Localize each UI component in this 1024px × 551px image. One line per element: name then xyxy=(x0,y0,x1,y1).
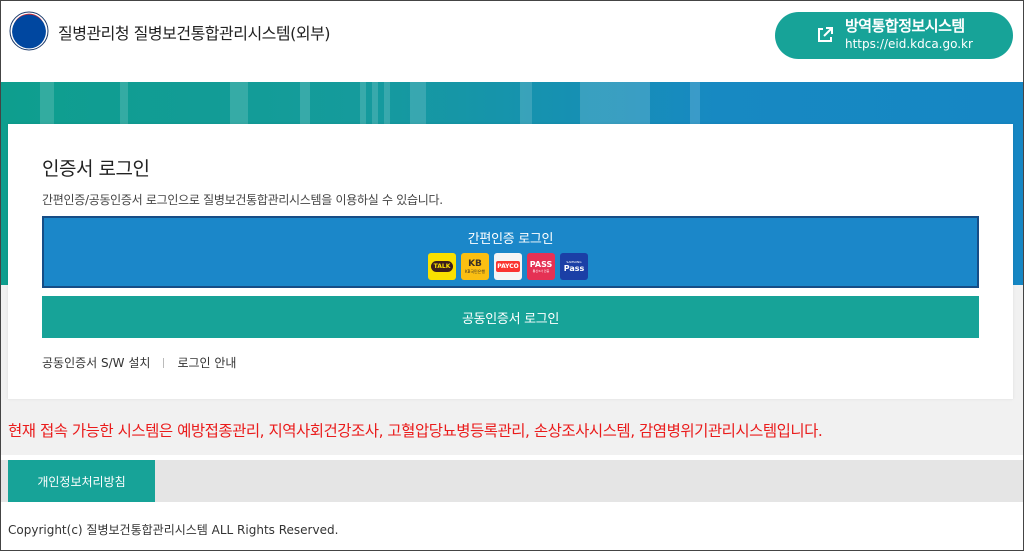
certificate-sw-install-link[interactable]: 공동인증서 S/W 설치 xyxy=(42,354,150,371)
privacy-policy-link[interactable]: 개인정보처리방침 xyxy=(8,460,155,502)
eid-system-title: 방역통합정보시스템 xyxy=(845,17,965,35)
system-availability-notice: 현재 접속 가능한 시스템은 예방접종관리, 지역사회건강조사, 고혈압당뇨병등… xyxy=(8,422,823,440)
samsung-pass-icon: SAMSUNG Pass xyxy=(560,253,588,280)
login-guide-link[interactable]: 로그인 안내 xyxy=(177,354,236,371)
joint-certificate-login-button[interactable]: 공동인증서 로그인 xyxy=(42,296,979,338)
login-card: 인증서 로그인 간편인증/공동인증서 로그인으로 질병보건통합관리시스템을 이용… xyxy=(8,124,1013,399)
external-link-icon xyxy=(818,27,833,42)
kdca-logo-icon[interactable] xyxy=(9,11,49,51)
kakao-talk-icon: TALK xyxy=(428,253,456,280)
footer-nav: 개인정보처리방침 xyxy=(0,460,1024,502)
eid-system-url: https://eid.kdca.go.kr xyxy=(845,37,973,51)
pass-icon: PASS 통신3사 인증 xyxy=(527,253,555,280)
login-help-links: 공동인증서 S/W 설치 로그인 안내 xyxy=(42,354,236,371)
copyright-text: Copyright(c) 질병보건통합관리시스템 ALL Rights Rese… xyxy=(8,523,339,537)
payco-icon: PAYCO xyxy=(494,253,522,280)
simple-auth-login-button[interactable]: 간편인증 로그인 TALK KB KB국민은행 PAYCO PASS 통신3사 … xyxy=(42,216,979,288)
login-title: 인증서 로그인 xyxy=(42,158,150,180)
site-header: 질병관리청 질병보건통합관리시스템(외부) 방역통합정보시스템 https://… xyxy=(0,0,1024,82)
login-description: 간편인증/공동인증서 로그인으로 질병보건통합관리시스템을 이용하실 수 있습니… xyxy=(42,193,443,207)
kb-bank-icon: KB KB국민은행 xyxy=(461,253,489,280)
auth-provider-list: TALK KB KB국민은행 PAYCO PASS 통신3사 인증 SAMSUN… xyxy=(428,253,588,281)
eid-system-link-button[interactable]: 방역통합정보시스템 https://eid.kdca.go.kr xyxy=(775,12,1013,59)
banner-pattern xyxy=(40,82,700,124)
link-divider xyxy=(163,357,165,368)
simple-auth-label: 간편인증 로그인 xyxy=(467,232,554,247)
site-title: 질병관리청 질병보건통합관리시스템(외부) xyxy=(58,24,331,43)
